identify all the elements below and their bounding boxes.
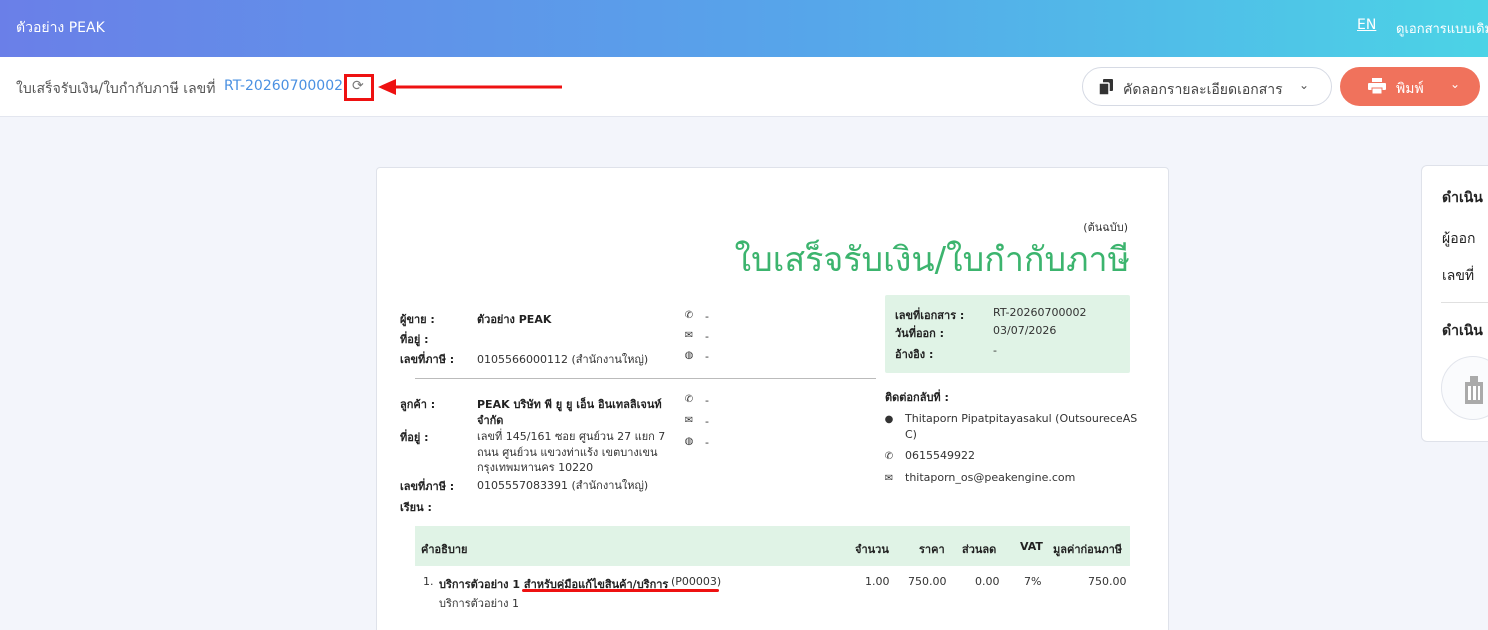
language-switch-link[interactable]: EN xyxy=(1357,17,1376,33)
col-pretax: มูลค่าก่อนภาษี xyxy=(1053,543,1122,556)
globe-icon: ◍ xyxy=(684,436,694,447)
copy-details-button[interactable]: คัดลอกรายละเอียดเอกสาร ⌄ xyxy=(1082,67,1332,106)
items-table-header: คำอธิบาย จำนวน ราคา ส่วนลด VAT มูลค่าก่อ… xyxy=(415,526,1130,566)
customer-tax-value: 0105557083391 (สำนักงานใหญ่) xyxy=(477,479,649,492)
document-type-label: ใบเสร็จรับเงิน/ใบกำกับภาษี เลขที่ xyxy=(16,81,216,97)
chevron-down-icon[interactable]: ⌄ xyxy=(1450,77,1460,91)
seller-address-label: ที่อยู่ : xyxy=(400,333,429,346)
reference-value: - xyxy=(993,344,997,357)
document-number-link[interactable]: RT-20260700002 xyxy=(224,78,343,94)
seller-label: ผู้ขาย : xyxy=(400,313,435,326)
side-panel-issuer-label: ผู้ออก xyxy=(1442,231,1476,247)
copy-icon xyxy=(1099,79,1113,95)
item-quantity: 1.00 xyxy=(865,575,890,588)
customer-web: - xyxy=(705,436,709,449)
building-icon xyxy=(1465,376,1483,404)
email-icon: ✉ xyxy=(684,415,694,426)
printer-icon xyxy=(1368,78,1386,94)
item-subtitle: บริการตัวอย่าง 1 xyxy=(439,597,520,610)
document-title: ใบเสร็จรับเงิน/ใบกำกับภาษี xyxy=(734,240,1130,280)
old-view-link[interactable]: ดูเอกสารแบบเดิม xyxy=(1396,18,1488,39)
doc-no-value: RT-20260700002 xyxy=(993,306,1087,319)
col-discount: ส่วนลด xyxy=(962,543,997,556)
seller-value: ตัวอย่าง PEAK xyxy=(477,313,552,326)
customer-label: ลูกค้า : xyxy=(400,398,436,411)
refresh-icon: ⟳ xyxy=(352,78,364,94)
phone-icon: ✆ xyxy=(684,310,694,321)
customer-name-line1: PEAK บริษัท พี ยู ยู เอ็น อินเทลลิเจนท์ xyxy=(477,398,662,411)
customer-address-label: ที่อยู่ : xyxy=(400,431,429,444)
col-price: ราคา xyxy=(919,543,945,556)
reference-label: อ้างอิง : xyxy=(895,348,934,361)
item-price: 750.00 xyxy=(908,575,947,588)
divider xyxy=(415,378,876,379)
company-name: ตัวอย่าง PEAK xyxy=(16,20,105,36)
customer-tax-label: เลขที่ภาษี : xyxy=(400,480,455,493)
chevron-down-icon: ⌄ xyxy=(1299,78,1310,92)
side-panel-heading-2: ดำเนิน xyxy=(1442,323,1483,339)
email-icon: ✉ xyxy=(684,330,694,341)
refresh-button[interactable]: ⟳ xyxy=(344,74,374,101)
item-discount: 0.00 xyxy=(975,575,1000,588)
customer-phone: - xyxy=(705,394,709,407)
side-panel-number-label: เลขที่ xyxy=(1442,268,1475,284)
customer-address-line3: กรุงเทพมหานคร 10220 xyxy=(477,461,594,474)
doc-no-label: เลขที่เอกสาร : xyxy=(895,309,965,322)
col-description: คำอธิบาย xyxy=(421,543,468,556)
seller-tax-label: เลขที่ภาษี : xyxy=(400,353,455,366)
contact-phone: 0615549922 xyxy=(905,449,975,462)
seller-phone: - xyxy=(705,310,709,323)
contact-name-line1: Thitaporn Pipatpitayasakul (OutsoureceAS xyxy=(905,412,1138,425)
item-code: (P00003) xyxy=(671,575,722,588)
copy-details-label: คัดลอกรายละเอียดเอกสาร xyxy=(1123,82,1283,98)
annotation-underline xyxy=(522,589,719,592)
col-quantity: จำนวน xyxy=(855,543,889,556)
col-vat: VAT xyxy=(1020,540,1043,553)
contact-email: thitaporn_os@peakengine.com xyxy=(905,471,1076,484)
print-label: พิมพ์ xyxy=(1396,81,1424,97)
print-button[interactable]: พิมพ์ ⌄ xyxy=(1340,67,1480,106)
item-pretax: 750.00 xyxy=(1088,575,1127,588)
person-icon: ● xyxy=(884,414,894,425)
document-info-box: เลขที่เอกสาร : RT-20260700002 วันที่ออก … xyxy=(885,295,1130,373)
top-bar: ตัวอย่าง PEAK EN ดูเอกสารแบบเดิม xyxy=(0,0,1488,57)
row-number: 1. xyxy=(423,575,434,588)
item-vat: 7% xyxy=(1024,575,1042,588)
contact-name-line2: C) xyxy=(905,428,917,441)
document-preview: (ต้นฉบับ) ใบเสร็จรับเงิน/ใบกำกับภาษี ผู้… xyxy=(376,167,1169,630)
email-icon: ✉ xyxy=(884,473,894,484)
phone-icon: ✆ xyxy=(884,451,894,462)
side-panel-heading: ดำเนิน xyxy=(1442,190,1483,206)
phone-icon: ✆ xyxy=(684,394,694,405)
issue-date-label: วันที่ออก : xyxy=(895,327,945,340)
contact-label: ติดต่อกลับที่ : xyxy=(885,391,949,404)
seller-tax-value: 0105566000112 (สำนักงานใหญ่) xyxy=(477,353,649,366)
issue-date-value: 03/07/2026 xyxy=(993,324,1057,337)
divider xyxy=(1441,302,1488,303)
customer-email: - xyxy=(705,415,709,428)
annotation-arrow xyxy=(378,79,562,95)
customer-attn-label: เรียน : xyxy=(400,501,432,514)
seller-email: - xyxy=(705,330,709,343)
globe-icon: ◍ xyxy=(684,350,694,361)
seller-web: - xyxy=(705,350,709,363)
